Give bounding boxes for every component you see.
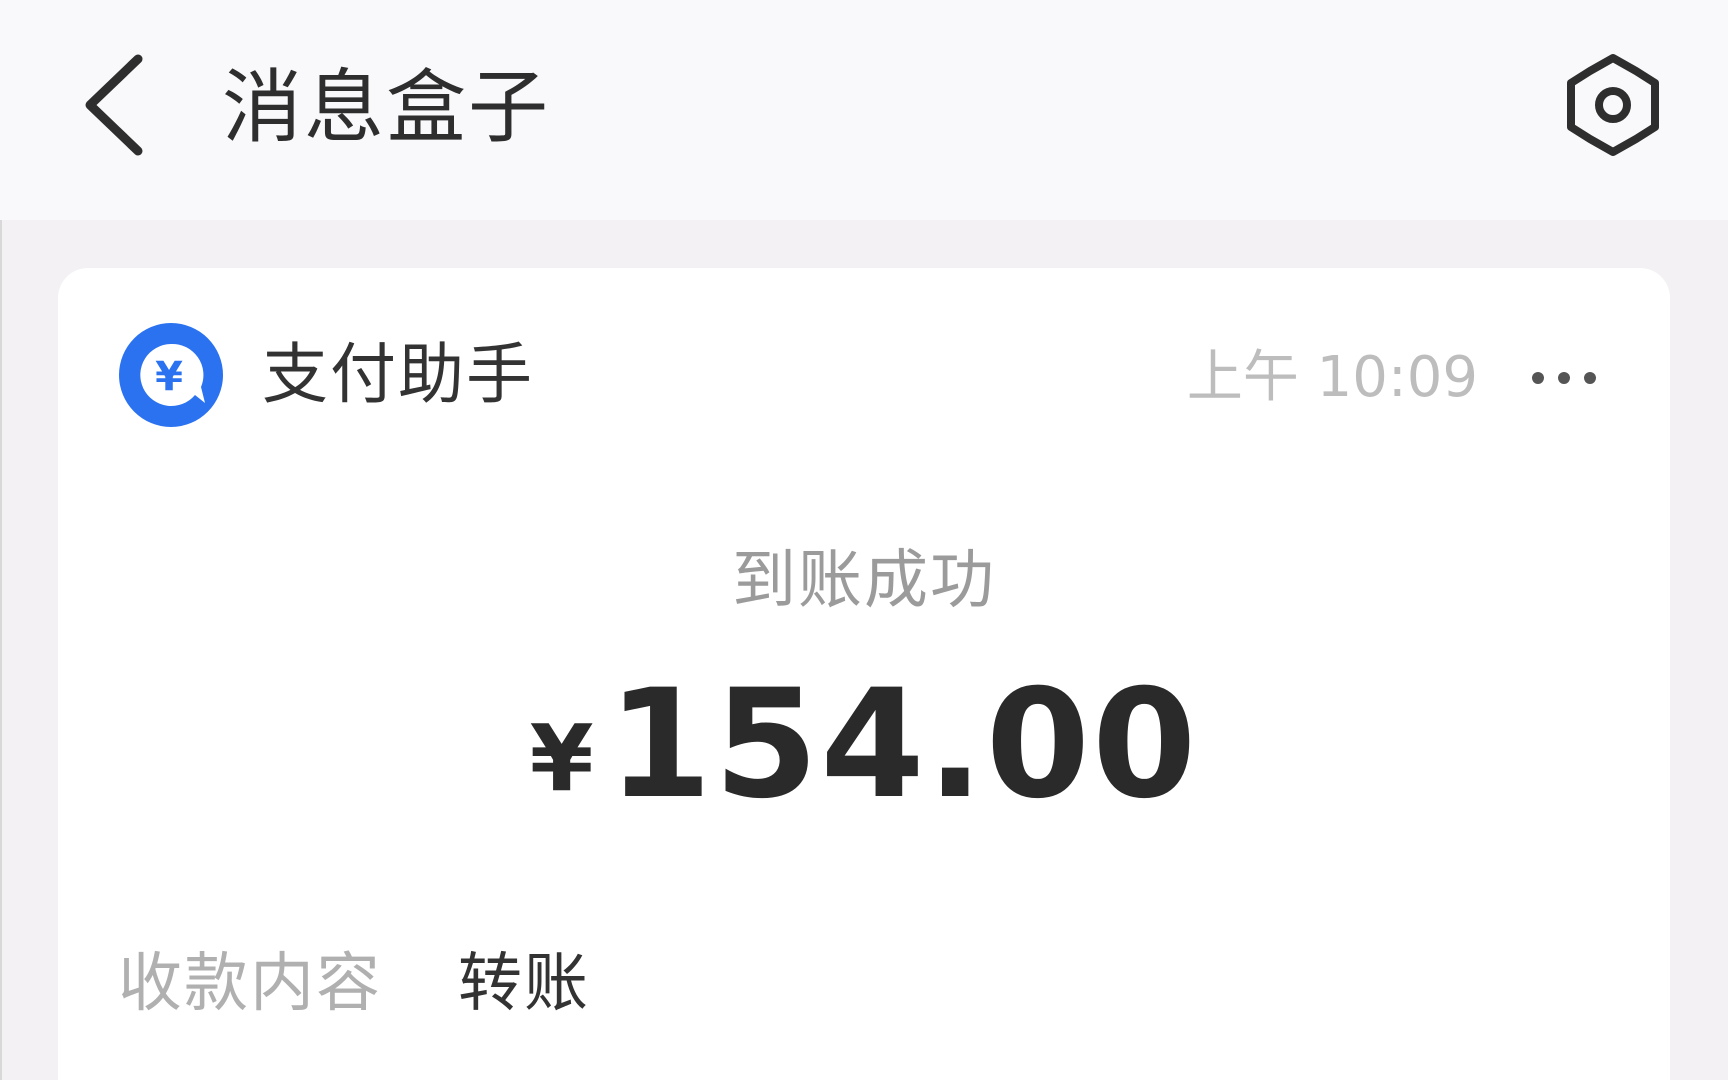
back-button[interactable] xyxy=(70,45,170,165)
ellipsis-icon xyxy=(1532,372,1596,384)
detail-label: 收款内容 xyxy=(118,947,382,1021)
more-options-button[interactable] xyxy=(1524,338,1604,418)
sender-name: 支付助手 xyxy=(262,336,534,413)
settings-button[interactable] xyxy=(1558,50,1668,160)
message-box-screen: 消息盒子 ¥ 支付助手 上午 10:09 到账成功 ¥154.00 收款内容 转… xyxy=(0,0,1728,1080)
payment-message-card[interactable]: ¥ 支付助手 上午 10:09 到账成功 ¥154.00 收款内容 转账 xyxy=(58,268,1670,1080)
message-time: 上午 10:09 xyxy=(1186,345,1478,410)
top-bar: 消息盒子 xyxy=(0,0,1728,220)
gear-icon xyxy=(1567,54,1659,156)
svg-text:¥: ¥ xyxy=(155,354,183,400)
sender-avatar: ¥ xyxy=(118,322,224,428)
payment-amount: ¥154.00 xyxy=(58,658,1670,832)
currency-symbol: ¥ xyxy=(529,705,594,812)
chevron-left-icon xyxy=(85,54,143,156)
amount-value: 154.00 xyxy=(607,658,1199,832)
detail-row: 收款内容 转账 xyxy=(118,928,590,1028)
page-title: 消息盒子 xyxy=(222,61,550,154)
payment-status: 到账成功 xyxy=(732,544,996,618)
yuan-chat-bubble-icon: ¥ xyxy=(119,323,223,427)
detail-value: 转账 xyxy=(458,947,590,1021)
